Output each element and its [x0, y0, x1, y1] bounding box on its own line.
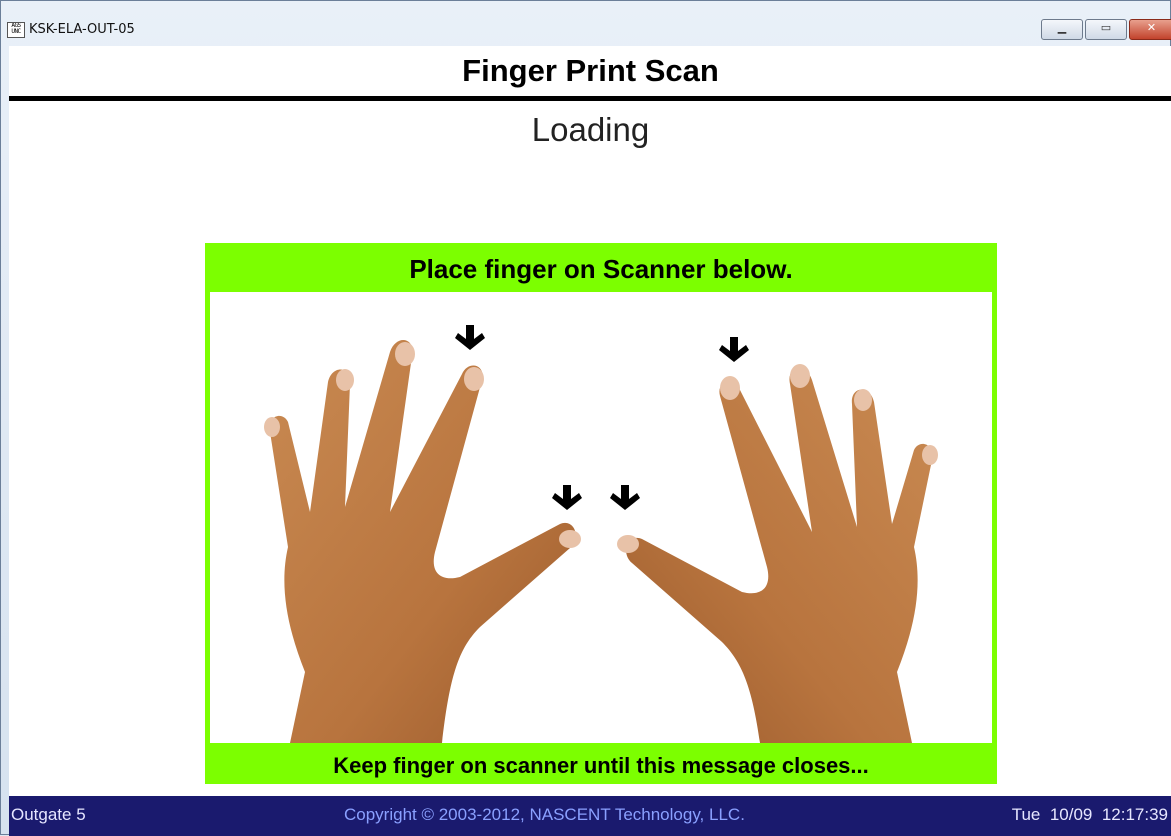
arrow-down-icon [610, 485, 640, 510]
window-title: KSK-ELA-OUT-05 [29, 22, 135, 37]
arrow-down-icon [719, 337, 749, 362]
title-bar[interactable]: AGS UNC KSK-ELA-OUT-05 ▁ ▭ ✕ [1, 1, 1171, 43]
arrow-down-icon [552, 485, 582, 510]
loading-status: Loading [531, 111, 650, 148]
right-hand-icon [617, 364, 938, 743]
client-area: Finger Print Scan Loading Place finger o… [9, 46, 1171, 796]
close-icon: ✕ [1146, 21, 1157, 34]
instruction-top: Place finger on Scanner below. [409, 254, 793, 284]
hands-image [210, 292, 992, 743]
maximize-button[interactable]: ▭ [1085, 19, 1127, 40]
minimize-button[interactable]: ▁ [1041, 19, 1083, 40]
datetime-display: Tue 10/09 12:17:39 [1011, 805, 1168, 824]
app-window: AGS UNC KSK-ELA-OUT-05 ▁ ▭ ✕ Finger Print… [0, 0, 1171, 836]
header-divider [9, 96, 1171, 101]
status-bar: Outgate 5 Copyright © 2003-2012, NASCENT… [9, 796, 1171, 836]
copyright-text: Copyright © 2003-2012, NASCENT Technolog… [344, 805, 745, 824]
left-hand-icon [264, 340, 581, 743]
minimize-icon: ▁ [1057, 21, 1067, 34]
app-icon[interactable]: AGS UNC [7, 22, 25, 38]
instruction-bottom: Keep finger on scanner until this messag… [333, 753, 869, 778]
page-title: Finger Print Scan [462, 53, 719, 88]
scan-instruction-panel: Place finger on Scanner below. Keep fing… [205, 243, 997, 784]
window-controls: ▁ ▭ ✕ [1041, 19, 1171, 40]
maximize-icon: ▭ [1100, 21, 1112, 34]
arrow-down-icon [455, 325, 485, 350]
close-button[interactable]: ✕ [1129, 19, 1171, 40]
location-label: Outgate 5 [11, 805, 86, 824]
